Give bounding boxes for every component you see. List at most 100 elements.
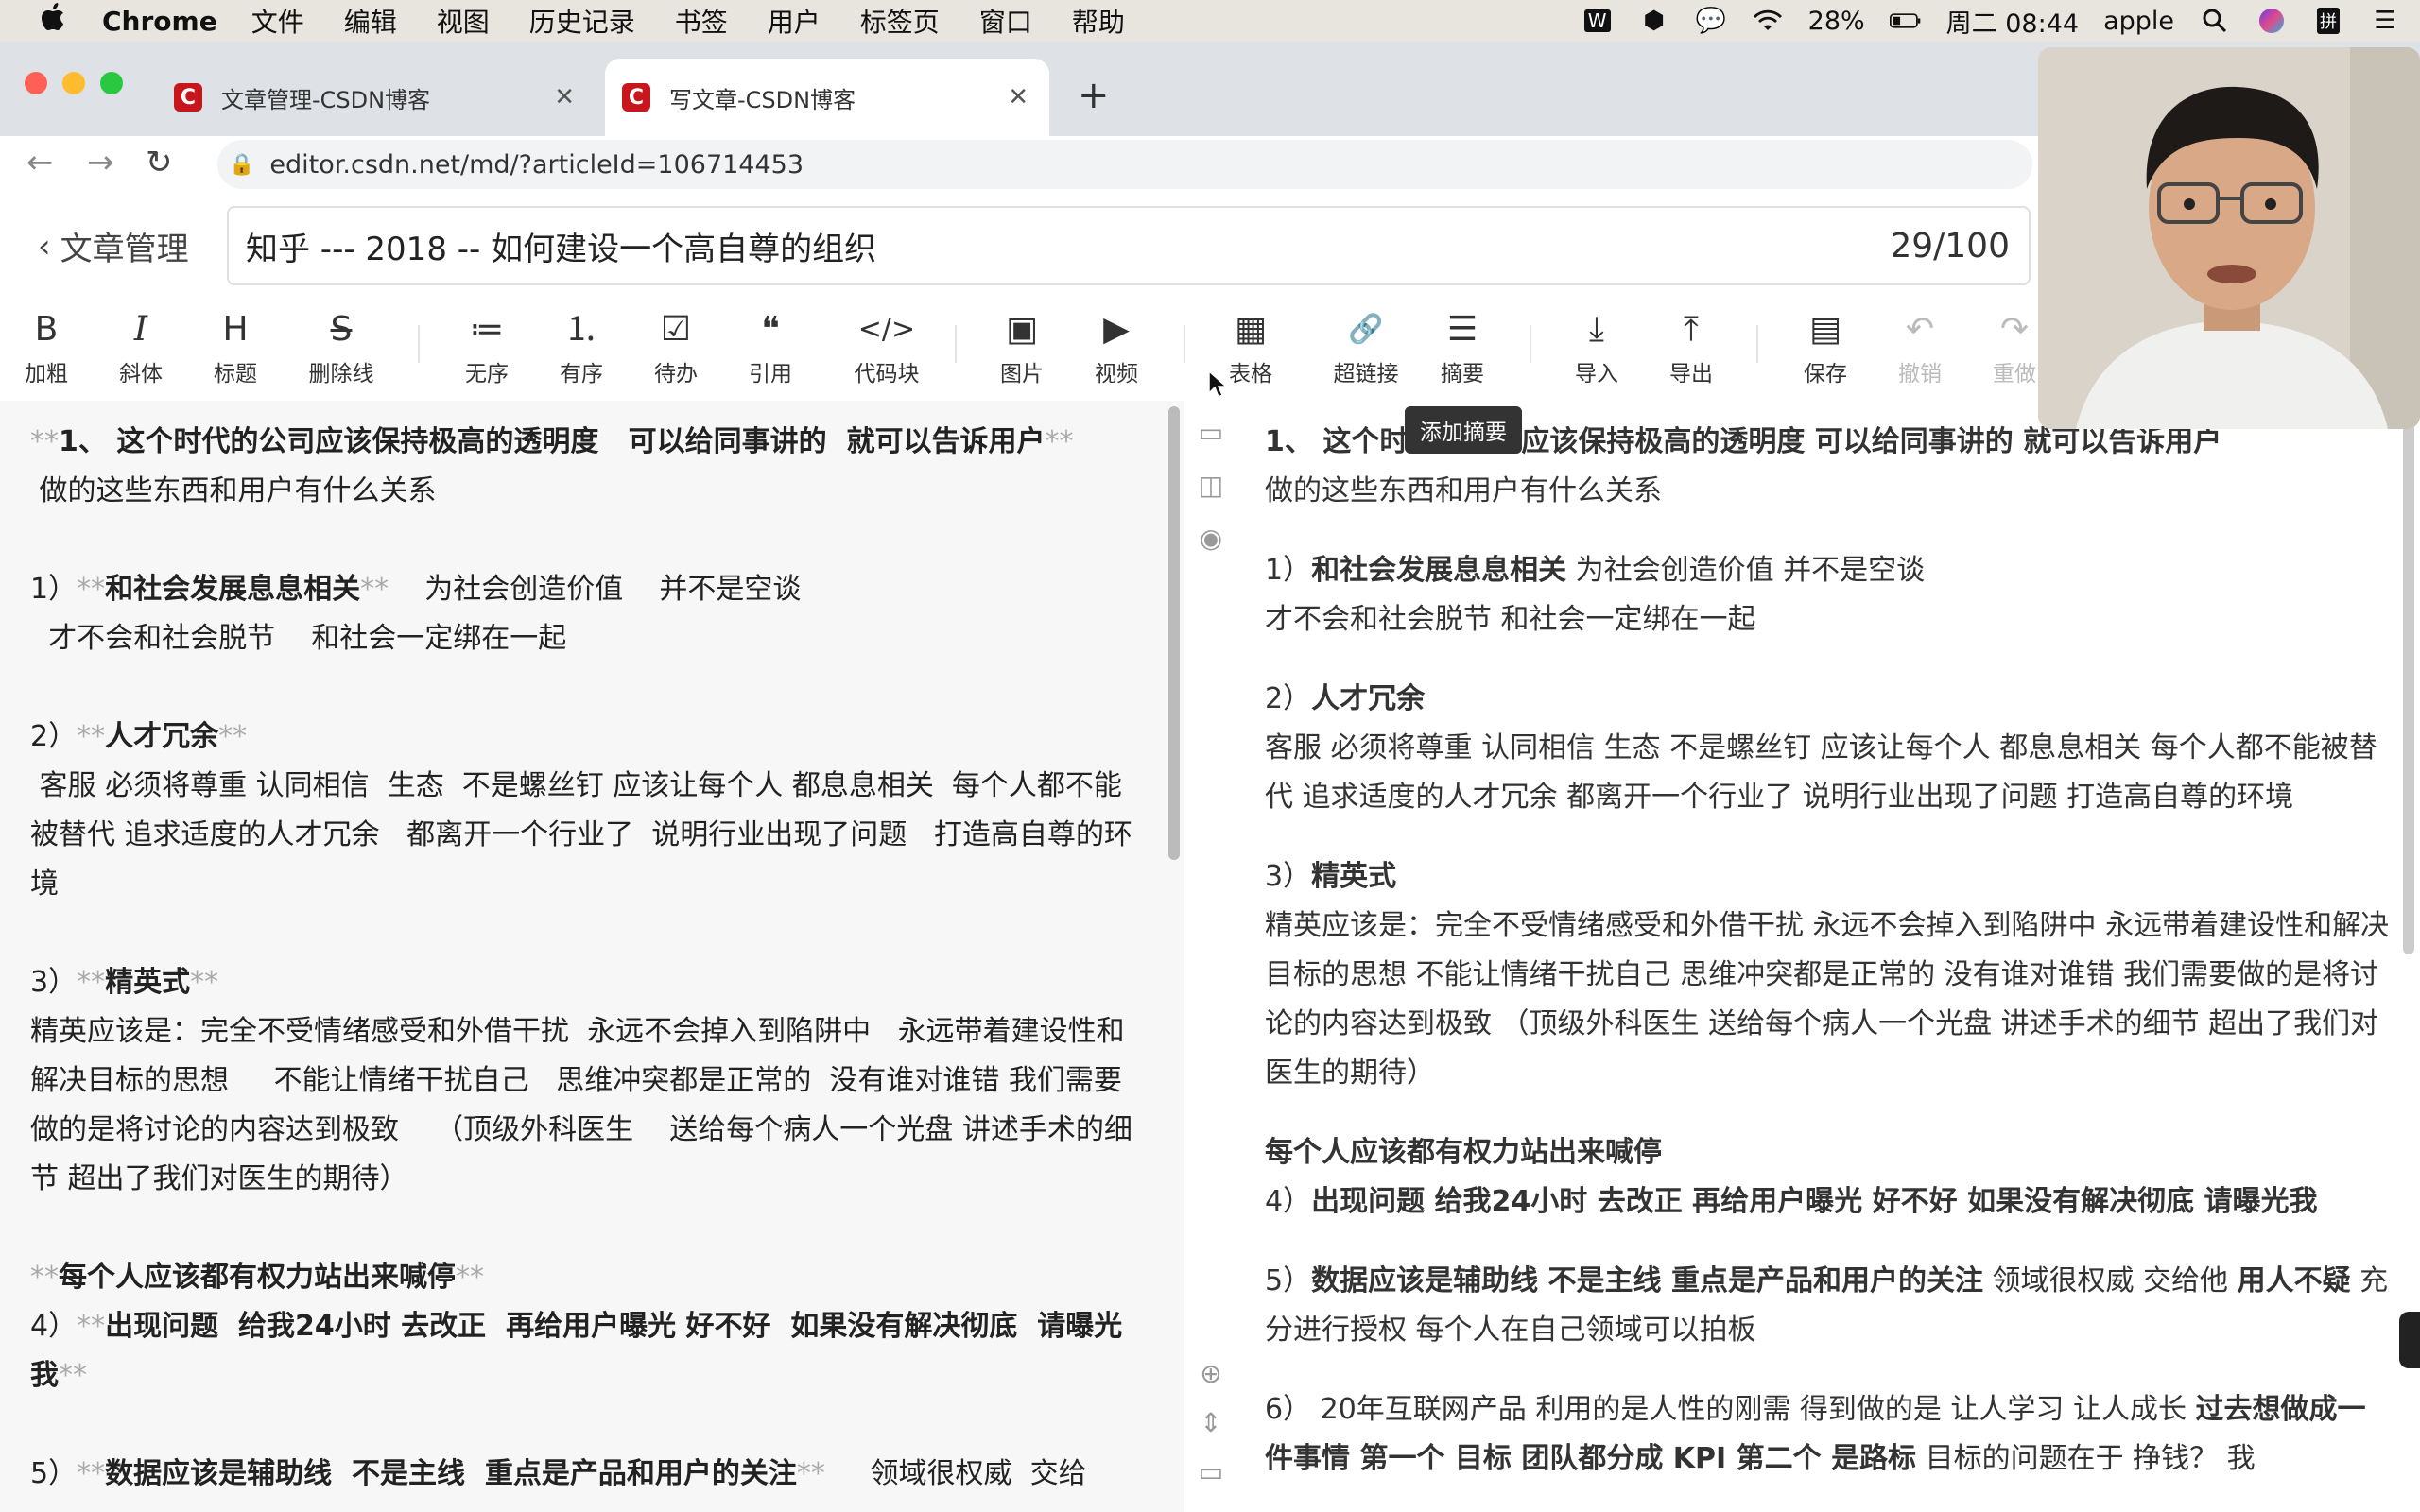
editor-line[interactable] [0,516,1184,565]
window-zoom-button[interactable] [100,72,123,94]
text-run: 领域很权威 交给他 [1982,1264,2238,1297]
editor-line[interactable]: 4）**出现问题 给我24小时 去改正 再给用户曝光 好不好 如果没有解决彻底 … [0,1302,1184,1400]
markdown-editor[interactable]: **1、 这个时代的公司应该保持极高的透明度 可以给同事讲的 就可以告诉用户**… [0,401,1184,1512]
hyperlink-button[interactable]: 🔗 超链接 [1314,308,1418,387]
editor-line[interactable]: 客服 必须将尊重 认同相信 生态 不是螺丝钉 应该让每个人 都息息相关 每个人都… [0,762,1184,909]
article-title-input[interactable]: 知乎 --- 2018 -- 如何建设一个高自尊的组织 29/100 [227,206,2031,285]
quote-button[interactable]: ❝ 引用 [728,308,813,387]
menu-help[interactable]: 帮助 [1072,2,1125,40]
single-pane-icon[interactable]: ▭ [1196,418,1226,448]
battery-icon[interactable] [1889,7,1922,35]
back-to-article-management[interactable]: ‹ 文章管理 [38,223,189,269]
bold-text: 每个人应该都有权力站出来喊停 [59,1261,456,1294]
toolbar-divider [955,325,957,363]
fullscreen-icon[interactable]: ▭ [1196,1457,1226,1487]
export-button[interactable]: ⤒ 导出 [1649,308,1734,387]
editor-scrollbar[interactable] [1168,406,1180,860]
tab-title: 写文章-CSDN博客 [669,86,856,113]
shield-icon[interactable]: ⬢ [1638,7,1670,35]
reload-icon[interactable]: ↻ [146,144,173,181]
forward-arrow-icon[interactable]: → [87,144,114,181]
markdown-syntax-marker: ** [59,1359,87,1392]
preview-line: 客服 必须将尊重 认同相信 生态 不是螺丝钉 应该让每个人 都息息相关 每个人都… [1236,724,2420,822]
editor-line[interactable] [0,909,1184,958]
menubar-clock[interactable]: 周二 08:44 [1946,3,2079,40]
text-run: 4） [30,1310,78,1343]
menu-history[interactable]: 历史记录 [529,2,635,40]
strikethrough-button[interactable]: S 删除线 [299,308,384,387]
italic-icon: I [133,310,148,349]
menu-edit[interactable]: 编辑 [344,2,397,40]
apple-logo-icon[interactable] [26,3,79,39]
menu-window[interactable]: 窗口 [979,2,1032,40]
editor-line[interactable]: 做的这些东西和用户有什么关系 [0,467,1184,516]
sync-scroll-icon[interactable]: ⇕ [1196,1408,1226,1438]
split-pane-icon[interactable]: ◫ [1196,471,1226,501]
undo-icon: ↶ [1905,310,1935,349]
toolbar-divider [1184,325,1185,363]
tab-close-icon[interactable]: ✕ [554,83,575,112]
menubar-app-name[interactable]: Chrome [102,6,217,37]
code-block-button[interactable]: </> 代码块 [830,308,943,387]
wps-icon[interactable]: W [1582,7,1614,35]
editor-line[interactable]: **每个人应该都有权力站出来喊停** [0,1253,1184,1302]
editor-line[interactable]: 精英应该是：完全不受情绪感受和外借干扰 永远不会掉入到陷阱中 永远带着建设性和解… [0,1007,1184,1204]
import-button[interactable]: ⤓ 导入 [1554,308,1639,387]
heading-button[interactable]: H 标题 [193,308,278,387]
menu-view[interactable]: 视图 [437,2,490,40]
lock-icon[interactable]: 🔒 [229,153,254,177]
article-title-text: 知乎 --- 2018 -- 如何建设一个高自尊的组织 [246,230,877,268]
text-run: 4） [1265,1185,1312,1218]
spotlight-search-icon[interactable] [2199,7,2231,35]
editor-line[interactable]: 1）**和社会发展息息相关** 为社会创造价值 并不是空谈 [0,565,1184,614]
menu-user[interactable]: 用户 [768,2,821,40]
new-tab-plus-icon[interactable]: + [1078,74,1110,117]
italic-button[interactable]: I 斜体 [98,308,183,387]
editor-line[interactable]: 3）**精英式** [0,958,1184,1007]
todo-list-button[interactable]: ☑ 待办 [633,308,718,387]
menu-file[interactable]: 文件 [251,2,304,40]
notification-center-icon[interactable]: ☰ [2369,7,2401,35]
unordered-list-button[interactable]: ≔ 无序 [444,308,529,387]
undo-button[interactable]: ↶ 撤销 [1877,308,1962,387]
ordered-list-button[interactable]: ⒈ 有序 [539,308,624,387]
tab-close-icon[interactable]: ✕ [1008,83,1028,112]
preview-eye-icon[interactable]: ◉ [1196,524,1226,554]
text-run: 才不会和社会脱节 和社会一定绑在一起 [1265,603,1756,636]
editor-line[interactable]: 5）**数据应该是辅助线 不是主线 重点是产品和用户的关注** 领域很权威 交给 [0,1450,1184,1499]
menu-bookmarks[interactable]: 书签 [675,2,728,40]
editor-line[interactable] [0,663,1184,713]
editor-line[interactable] [0,1400,1184,1450]
title-char-count: 29/100 [1890,226,2010,266]
back-arrow-icon[interactable]: ← [26,144,54,181]
tab-article-management[interactable]: C 文章管理-CSDN博客 ✕ [142,59,596,136]
wechat-icon[interactable]: 💬 [1695,7,1727,35]
table-icon: ▦ [1234,310,1267,349]
editor-line[interactable]: **1、 这个时代的公司应该保持极高的透明度 可以给同事讲的 就可以告诉用户** [0,418,1184,467]
summary-button[interactable]: ☰ 摘要 [1420,308,1505,387]
window-minimize-button[interactable] [62,72,85,94]
wifi-icon[interactable] [1752,7,1784,35]
siri-icon[interactable] [2256,7,2288,35]
editor-content[interactable]: **1、 这个时代的公司应该保持极高的透明度 可以给同事讲的 就可以告诉用户**… [0,401,1184,1499]
input-method-icon[interactable]: 拼 [2312,7,2344,35]
markdown-syntax-marker: ** [456,1261,484,1294]
floating-side-button[interactable] [2399,1312,2420,1368]
csdn-favicon-icon: C [174,83,202,112]
save-button[interactable]: ▤ 保存 [1783,308,1868,387]
window-close-button[interactable] [25,72,47,94]
editor-line[interactable]: 2）**人才冗余** [0,713,1184,762]
locate-icon[interactable]: ⊕ [1196,1359,1226,1389]
tab-write-article[interactable]: C 写文章-CSDN博客 ✕ [605,59,1049,136]
menu-tabs[interactable]: 标签页 [860,2,940,40]
image-button[interactable]: ▣ 图片 [979,308,1064,387]
preview-scrollbar[interactable] [2403,406,2414,954]
editor-line[interactable] [0,1204,1184,1253]
editor-line[interactable]: 才不会和社会脱节 和社会一定绑在一起 [0,614,1184,663]
video-button[interactable]: ▶ 视频 [1074,308,1159,387]
bold-button[interactable]: B 加粗 [4,308,89,387]
url-field[interactable]: 🔒 editor.csdn.net/md/?articleId=10671445… [217,140,2032,189]
markdown-syntax-marker: ** [1045,425,1074,458]
menubar-user[interactable]: apple [2103,7,2174,36]
